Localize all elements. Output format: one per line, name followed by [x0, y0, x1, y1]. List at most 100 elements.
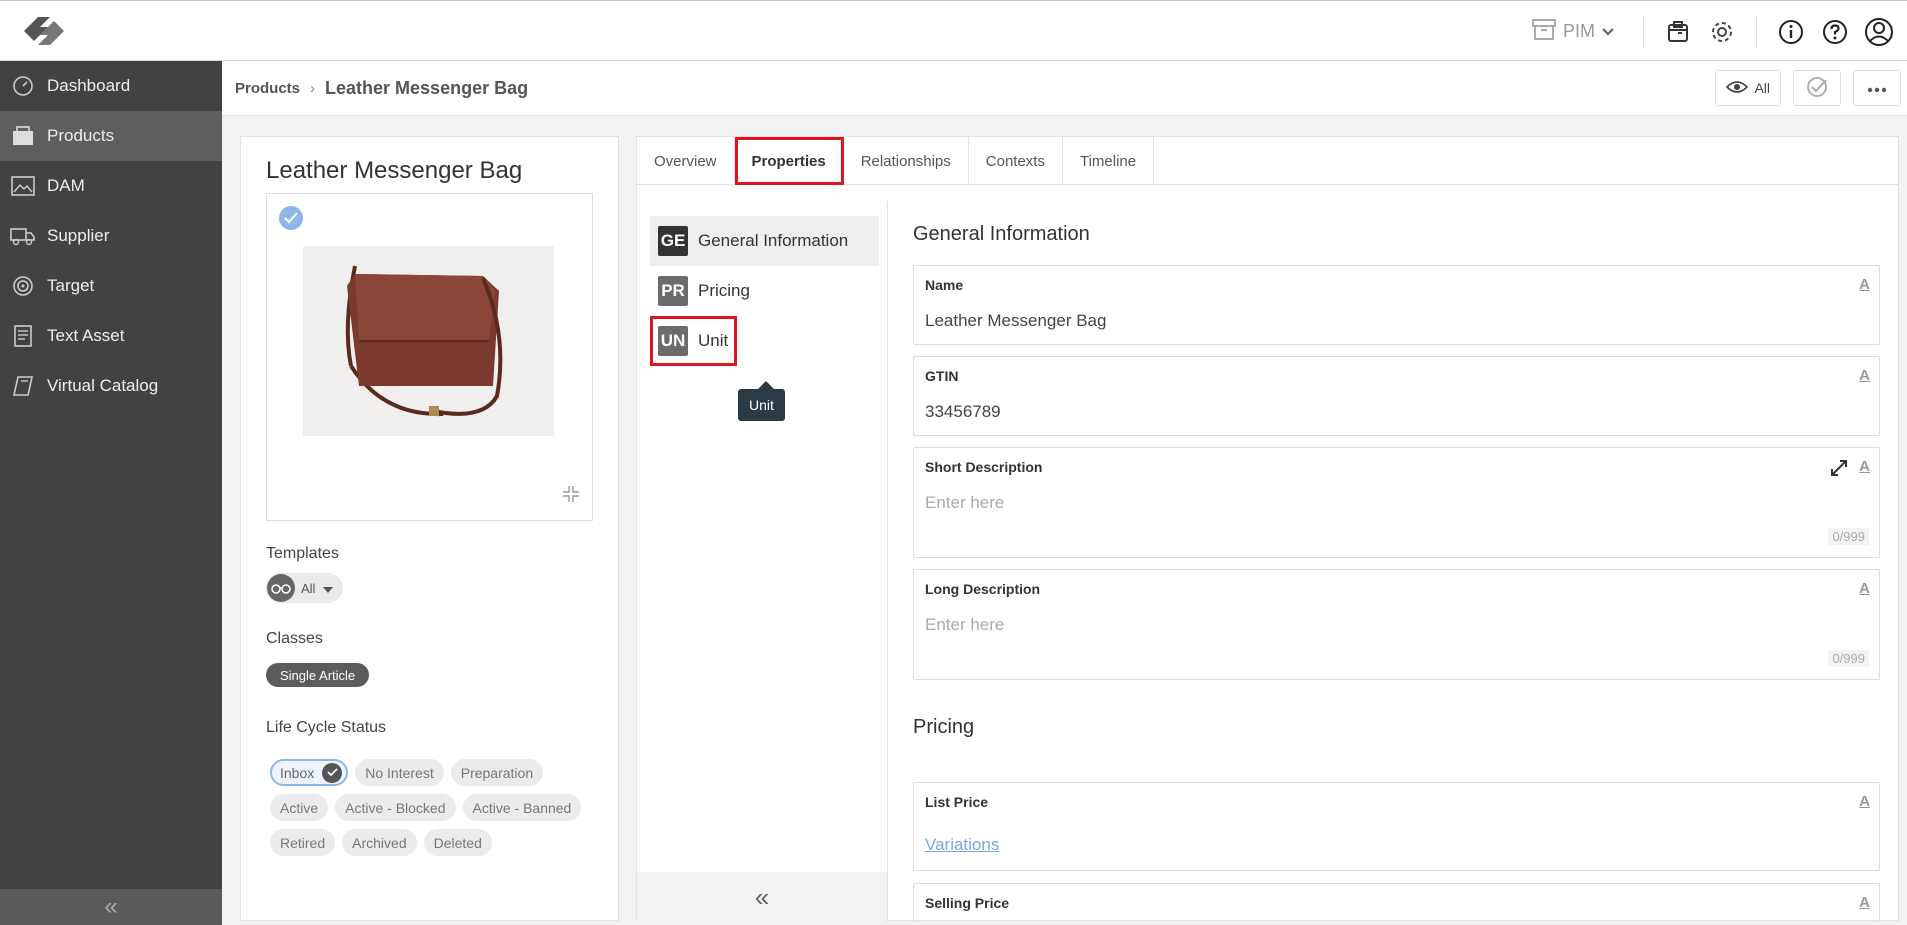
check-status-button[interactable]: [1793, 70, 1841, 106]
help-icon[interactable]: [1813, 10, 1857, 54]
text-format-icon[interactable]: A: [1859, 894, 1870, 911]
breadcrumb-products-link[interactable]: Products: [235, 80, 300, 97]
field-label: Name: [925, 277, 964, 293]
property-group-list: GE General Information PR Pricing UN Uni…: [637, 201, 888, 922]
gtin-field[interactable]: GTIN A 33456789: [913, 356, 1880, 436]
class-chip[interactable]: Single Article: [266, 663, 370, 687]
status-chip-active-blocked[interactable]: Active - Blocked: [335, 794, 456, 821]
sidebar-item-text-asset[interactable]: Text Asset: [0, 311, 222, 361]
product-summary-panel: Leather Messenger Bag Templates All Clas…: [240, 136, 619, 921]
sidebar-item-products[interactable]: Products: [0, 111, 222, 161]
expand-icon[interactable]: [1830, 459, 1848, 482]
user-avatar-icon[interactable]: [1857, 10, 1901, 54]
document-icon: [10, 323, 36, 349]
status-chip-archived[interactable]: Archived: [342, 829, 417, 856]
sidebar-item-label: Supplier: [47, 226, 110, 245]
divider: [1643, 16, 1644, 47]
status-chip-deleted[interactable]: Deleted: [423, 829, 492, 856]
tab-contexts[interactable]: Contexts: [969, 137, 1063, 185]
breadcrumb-bar: Products › Leather Messenger Bag All: [222, 61, 1907, 116]
status-chip-retired[interactable]: Retired: [270, 829, 336, 856]
info-icon[interactable]: [1769, 10, 1813, 54]
group-unit[interactable]: UN Unit: [650, 316, 737, 366]
sidebar: Dashboard Products DAM Supplier Target T…: [0, 61, 222, 925]
lifecycle-label: Life Cycle Status: [266, 719, 387, 736]
group-badge: GE: [658, 226, 688, 256]
check-icon: [322, 762, 343, 783]
app-logo-icon[interactable]: [20, 13, 68, 49]
group-label: Unit: [698, 331, 729, 350]
module-switcher[interactable]: PIM: [1531, 17, 1631, 46]
name-value[interactable]: Leather Messenger Bag: [925, 311, 1106, 331]
tab-timeline[interactable]: Timeline: [1063, 137, 1155, 185]
group-pricing[interactable]: PR Pricing: [650, 266, 879, 316]
chevron-down-icon: [1601, 21, 1615, 42]
variations-link[interactable]: Variations: [925, 835, 999, 855]
short-description-field[interactable]: Short Description A Enter here 0/999: [913, 447, 1880, 558]
gear-icon[interactable]: [1700, 10, 1744, 54]
group-general-information[interactable]: GE General Information: [650, 216, 879, 266]
text-format-icon[interactable]: A: [1859, 367, 1870, 384]
breadcrumb-current: Leather Messenger Bag: [325, 78, 529, 98]
sidebar-item-label: Text Asset: [47, 326, 125, 345]
status-chip-label: Inbox: [280, 764, 315, 781]
status-chip-no-interest[interactable]: No Interest: [355, 759, 444, 786]
field-label: GTIN: [925, 368, 959, 384]
long-description-field[interactable]: Long Description A Enter here 0/999: [913, 569, 1880, 680]
char-counter: 0/999: [1828, 650, 1869, 667]
long-description-input[interactable]: Enter here: [925, 615, 1004, 635]
text-format-icon[interactable]: A: [1859, 580, 1870, 597]
ellipsis-icon: [1867, 80, 1887, 96]
sidebar-item-label: Virtual Catalog: [47, 376, 159, 395]
group-collapse-button[interactable]: «: [637, 872, 887, 922]
sidebar-collapse-button[interactable]: «: [0, 889, 222, 925]
sidebar-item-label: Products: [47, 126, 115, 145]
breadcrumb-separator: ›: [310, 80, 316, 97]
sidebar-item-dashboard[interactable]: Dashboard: [0, 61, 222, 111]
sidebar-item-dam[interactable]: DAM: [0, 161, 222, 211]
unit-tooltip: Unit: [738, 381, 785, 421]
breadcrumb: Products › Leather Messenger Bag: [235, 78, 528, 99]
view-filter-button[interactable]: All: [1715, 70, 1781, 106]
sidebar-item-supplier[interactable]: Supplier: [0, 211, 222, 261]
more-options-button[interactable]: [1853, 70, 1901, 106]
dashboard-gauge-icon: [10, 73, 36, 99]
product-image: [303, 246, 554, 436]
group-badge: UN: [658, 326, 688, 356]
text-format-icon[interactable]: A: [1859, 458, 1870, 475]
truck-icon: [10, 223, 36, 249]
collapse-image-icon[interactable]: [562, 485, 580, 508]
target-icon: [10, 273, 36, 299]
template-selector[interactable]: All: [266, 573, 344, 603]
status-chip-preparation[interactable]: Preparation: [450, 759, 544, 786]
status-chip-inbox[interactable]: Inbox: [270, 759, 349, 786]
product-image-frame[interactable]: [266, 193, 593, 521]
export-package-icon[interactable]: [1656, 10, 1700, 54]
selling-price-field[interactable]: Selling Price A: [913, 883, 1880, 922]
classes-label: Classes: [266, 630, 323, 647]
check-icon[interactable]: [279, 206, 303, 230]
tab-properties[interactable]: Properties: [734, 137, 844, 185]
template-value: All: [301, 580, 316, 596]
gtin-value[interactable]: 33456789: [925, 402, 1001, 422]
list-price-field[interactable]: List Price A Variations: [913, 782, 1880, 871]
group-badge: PR: [658, 276, 688, 306]
sidebar-item-label: DAM: [47, 176, 85, 195]
text-format-icon[interactable]: A: [1859, 793, 1870, 810]
check-circle-icon: [1806, 76, 1828, 101]
short-description-input[interactable]: Enter here: [925, 493, 1004, 513]
tab-overview[interactable]: Overview: [637, 137, 735, 185]
sidebar-item-label: Target: [47, 276, 95, 295]
properties-content: General Information Name A Leather Messe…: [913, 201, 1880, 922]
char-counter: 0/999: [1828, 528, 1869, 545]
name-field[interactable]: Name A Leather Messenger Bag: [913, 265, 1880, 345]
status-chip-active-banned[interactable]: Active - Banned: [462, 794, 582, 821]
sidebar-item-virtual-catalog[interactable]: Virtual Catalog: [0, 361, 222, 411]
sidebar-item-target[interactable]: Target: [0, 261, 222, 311]
section-title-general: General Information: [913, 223, 1090, 245]
tab-relationships[interactable]: Relationships: [844, 137, 969, 185]
tab-bar: Overview Properties Relationships Contex…: [637, 137, 1898, 185]
status-chip-active[interactable]: Active: [270, 794, 329, 821]
text-format-icon[interactable]: A: [1859, 276, 1870, 293]
sidebar-item-label: Dashboard: [47, 76, 131, 95]
